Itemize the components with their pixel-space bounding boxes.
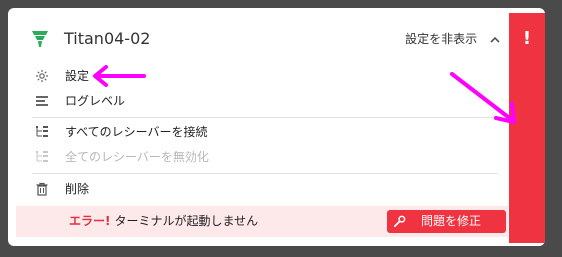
- fix-problem-label: 問題を修正: [421, 214, 482, 228]
- alert-indicator: !: [522, 28, 532, 49]
- device-title: Titan04-02: [64, 29, 151, 48]
- card-header: Titan04-02 設定を非表示: [31, 28, 501, 50]
- fix-problem-button[interactable]: 問題を修正: [387, 210, 506, 233]
- menu-label-log-level: ログレベル: [65, 94, 126, 108]
- wrench-icon: [393, 215, 406, 228]
- status-indicator-strip: !: [509, 13, 545, 243]
- divider: [32, 117, 498, 118]
- chevron-up-icon: [490, 36, 500, 43]
- receiver-tree-icon: [36, 126, 48, 137]
- error-label: エラー!: [69, 214, 111, 228]
- divider: [32, 173, 498, 174]
- hide-settings-label: 設定を非表示: [405, 32, 478, 46]
- hide-settings-toggle[interactable]: 設定を非表示: [405, 30, 501, 48]
- log-level-icon: [36, 96, 48, 106]
- titan-logo-icon: [32, 31, 48, 47]
- menu-label-connect-all: すべてのレシーバーを接続: [65, 125, 208, 139]
- menu-label-disable-all: 全てのレシーバーを無効化: [65, 150, 209, 164]
- menu-label-delete: 削除: [65, 182, 90, 196]
- error-banner: エラー! ターミナルが起動しません 問題を修正: [16, 206, 508, 237]
- device-card: Titan04-02 設定を非表示 設定 ログレベル すべてのレシーバーを接続 …: [8, 8, 545, 246]
- menu-label-settings: 設定: [65, 69, 90, 83]
- receiver-tree-icon: [36, 151, 48, 162]
- error-message: エラー! ターミナルが起動しません: [69, 212, 258, 230]
- trash-icon: [36, 182, 48, 196]
- error-description: ターミナルが起動しません: [114, 214, 259, 228]
- gear-icon: [36, 70, 48, 82]
